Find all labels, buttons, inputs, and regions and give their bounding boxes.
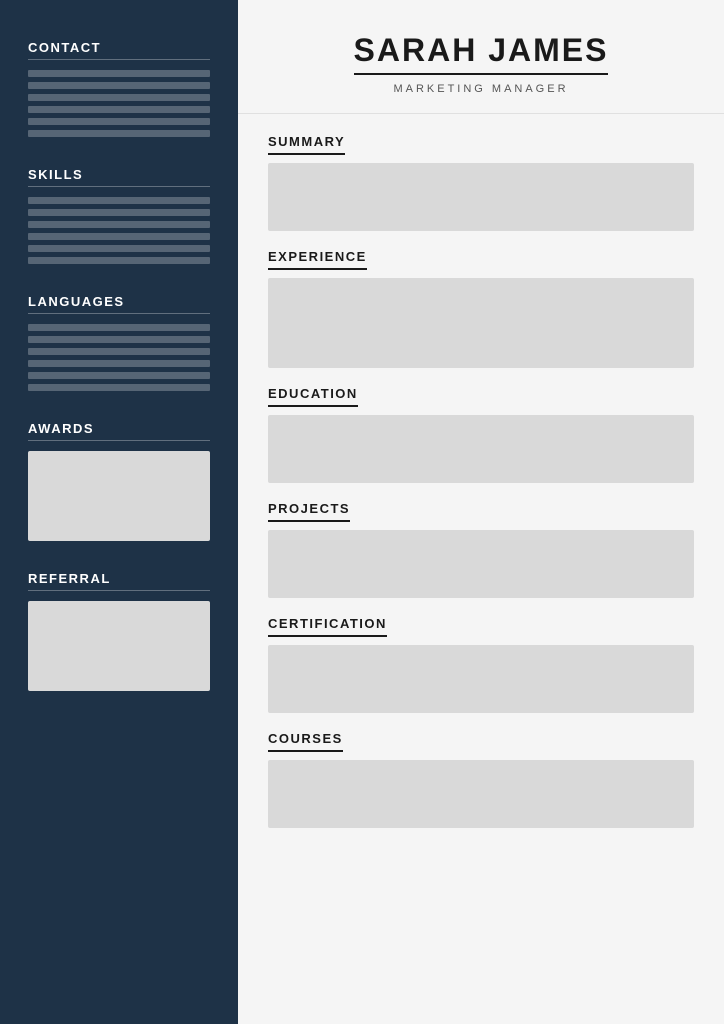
projects-placeholder <box>268 530 694 598</box>
section-certification: CERTIFICATION <box>268 616 694 713</box>
header: SARAH JAMES MARKETING MANAGER <box>238 0 724 114</box>
languages-line-2 <box>28 336 210 343</box>
languages-line-1 <box>28 324 210 331</box>
sidebar-section-languages: LANGUAGES <box>28 294 210 391</box>
projects-title: PROJECTS <box>268 501 350 522</box>
contact-line-2 <box>28 82 210 89</box>
languages-line-6 <box>28 384 210 391</box>
section-courses: COURSES <box>268 731 694 828</box>
main-content: SARAH JAMES MARKETING MANAGER SUMMARY EX… <box>238 0 724 1024</box>
contact-line-5 <box>28 118 210 125</box>
referral-placeholder <box>28 601 210 691</box>
certification-title: CERTIFICATION <box>268 616 387 637</box>
section-summary: SUMMARY <box>268 134 694 231</box>
skills-line-5 <box>28 245 210 252</box>
sidebar-contact-title: CONTACT <box>28 40 210 60</box>
courses-title: COURSES <box>268 731 343 752</box>
awards-placeholder <box>28 451 210 541</box>
certification-placeholder <box>268 645 694 713</box>
skills-line-3 <box>28 221 210 228</box>
sidebar-section-awards: AWARDS <box>28 421 210 541</box>
header-name: SARAH JAMES <box>354 32 609 75</box>
skills-line-1 <box>28 197 210 204</box>
education-title: EDUCATION <box>268 386 358 407</box>
skills-line-2 <box>28 209 210 216</box>
languages-line-5 <box>28 372 210 379</box>
sidebar-skills-title: SKILLS <box>28 167 210 187</box>
education-placeholder <box>268 415 694 483</box>
contact-line-1 <box>28 70 210 77</box>
experience-title: EXPERIENCE <box>268 249 367 270</box>
languages-lines <box>28 324 210 391</box>
section-experience: EXPERIENCE <box>268 249 694 368</box>
sidebar: CONTACT SKILLS LANGU <box>0 0 238 1024</box>
skills-line-6 <box>28 257 210 264</box>
sidebar-referral-title: REFERRAL <box>28 571 210 591</box>
languages-line-3 <box>28 348 210 355</box>
contact-line-3 <box>28 94 210 101</box>
main-sections: SUMMARY EXPERIENCE EDUCATION PROJECTS CE… <box>238 114 724 848</box>
section-projects: PROJECTS <box>268 501 694 598</box>
courses-placeholder <box>268 760 694 828</box>
summary-placeholder <box>268 163 694 231</box>
resume-container: CONTACT SKILLS LANGU <box>0 0 724 1024</box>
summary-title: SUMMARY <box>268 134 345 155</box>
experience-placeholder <box>268 278 694 368</box>
contact-lines <box>28 70 210 137</box>
skills-line-4 <box>28 233 210 240</box>
sidebar-section-contact: CONTACT <box>28 40 210 137</box>
header-title: MARKETING MANAGER <box>268 83 694 95</box>
sidebar-awards-title: AWARDS <box>28 421 210 441</box>
contact-line-4 <box>28 106 210 113</box>
section-education: EDUCATION <box>268 386 694 483</box>
sidebar-languages-title: LANGUAGES <box>28 294 210 314</box>
languages-line-4 <box>28 360 210 367</box>
skills-lines <box>28 197 210 264</box>
sidebar-section-skills: SKILLS <box>28 167 210 264</box>
sidebar-section-referral: REFERRAL <box>28 571 210 691</box>
contact-line-6 <box>28 130 210 137</box>
